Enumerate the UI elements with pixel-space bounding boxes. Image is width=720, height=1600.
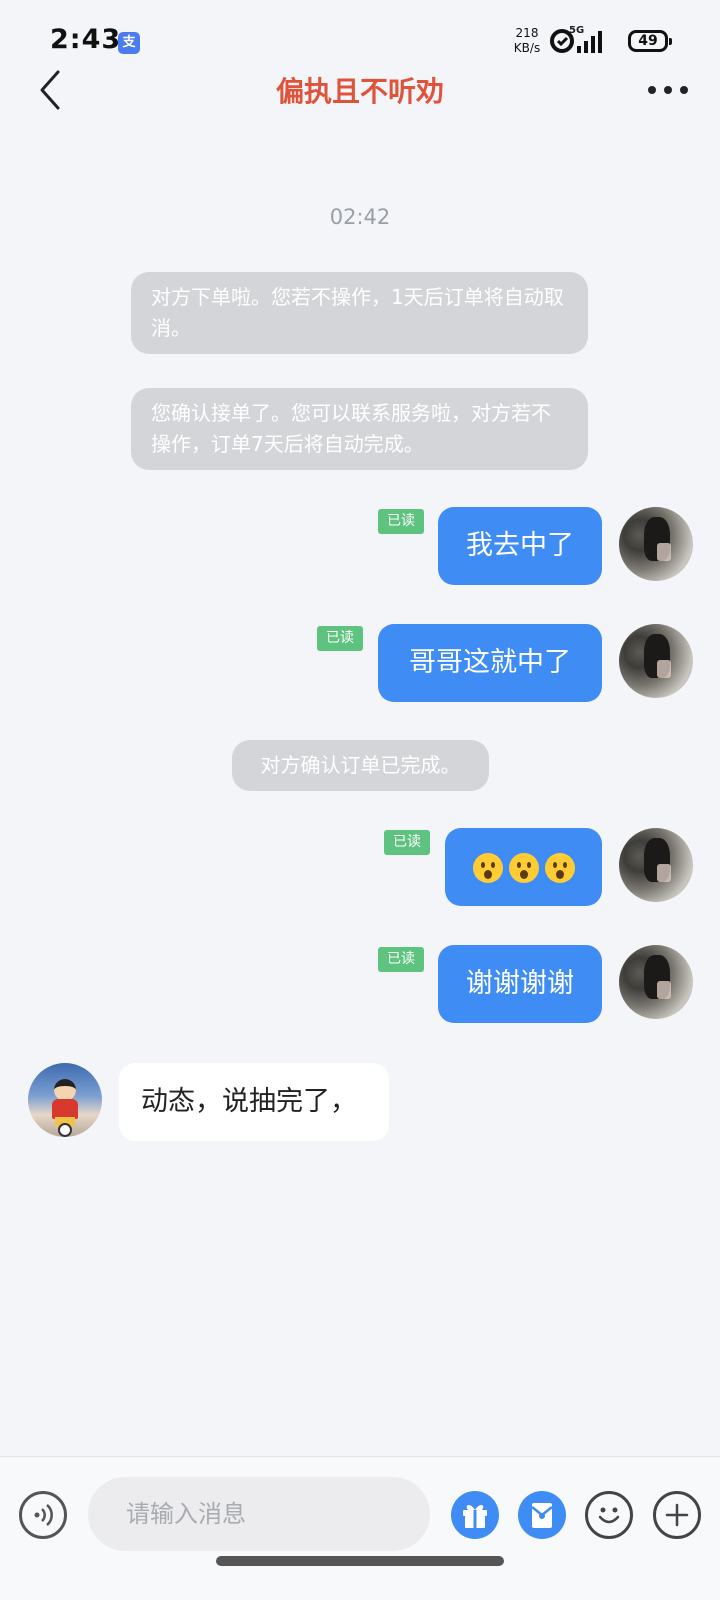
incoming-message-bubble[interactable]: 动态，说抽完了， <box>119 1063 389 1141</box>
read-status-badge: 已读 <box>317 626 363 651</box>
my-avatar[interactable] <box>619 945 693 1019</box>
avatar-ball <box>58 1123 72 1137</box>
hushed-face-icon <box>544 852 575 883</box>
more-options-button[interactable] <box>644 72 692 108</box>
chat-title: 偏执且不听劝 <box>275 75 444 108</box>
status-time: 2:43 <box>50 24 122 55</box>
my-avatar[interactable] <box>619 828 693 902</box>
home-indicator[interactable] <box>216 1556 504 1566</box>
signal-icon <box>576 30 604 54</box>
alipay-notification-icon: 支 <box>118 32 140 54</box>
emoji-button[interactable] <box>585 1491 633 1539</box>
hushed-face-icon <box>508 852 539 883</box>
outgoing-message-bubble[interactable]: 哥哥这就中了 <box>378 624 602 702</box>
more-actions-button[interactable] <box>653 1491 701 1539</box>
outgoing-message-bubble[interactable]: 我去中了 <box>438 507 602 585</box>
red-packet-button[interactable] <box>518 1491 566 1539</box>
emoji-icon <box>598 1507 620 1524</box>
read-status-badge: 已读 <box>378 947 424 972</box>
outgoing-message-bubble[interactable]: 谢谢谢谢 <box>438 945 602 1023</box>
my-avatar[interactable] <box>619 507 693 581</box>
gift-icon <box>463 1505 487 1528</box>
plus-icon <box>665 1503 689 1527</box>
chat-header: 偏执且不听劝 <box>0 60 720 120</box>
network-speed-value: 218 <box>515 26 539 40</box>
my-avatar[interactable] <box>619 624 693 698</box>
outgoing-emoji-bubble[interactable] <box>445 828 602 906</box>
red-packet-icon <box>531 1503 553 1528</box>
avatar-figure-head <box>54 1079 76 1101</box>
gift-button[interactable] <box>451 1491 499 1539</box>
battery-indicator: 49 <box>628 30 672 52</box>
message-input[interactable] <box>88 1477 430 1551</box>
message-timestamp: 02:42 <box>329 205 391 229</box>
input-bar <box>0 1456 720 1600</box>
system-message: 对方下单啦。您若不操作，1天后订单将自动取消。 <box>131 272 588 354</box>
avatar-figure-shirt <box>52 1099 78 1119</box>
read-status-badge: 已读 <box>384 830 430 855</box>
hushed-face-icon <box>472 852 503 883</box>
network-speed-unit: KB/s <box>513 41 541 55</box>
more-dots-icon <box>648 86 688 94</box>
read-status-badge: 已读 <box>378 509 424 534</box>
voice-icon <box>34 1504 53 1526</box>
system-message: 对方确认订单已完成。 <box>232 740 489 791</box>
voice-input-button[interactable] <box>19 1491 67 1539</box>
system-message: 您确认接单了。您可以联系服务啦，对方若不操作，订单7天后将自动完成。 <box>131 388 588 470</box>
network-speed: 218 KB/s <box>510 26 544 56</box>
contact-avatar[interactable] <box>28 1063 102 1137</box>
